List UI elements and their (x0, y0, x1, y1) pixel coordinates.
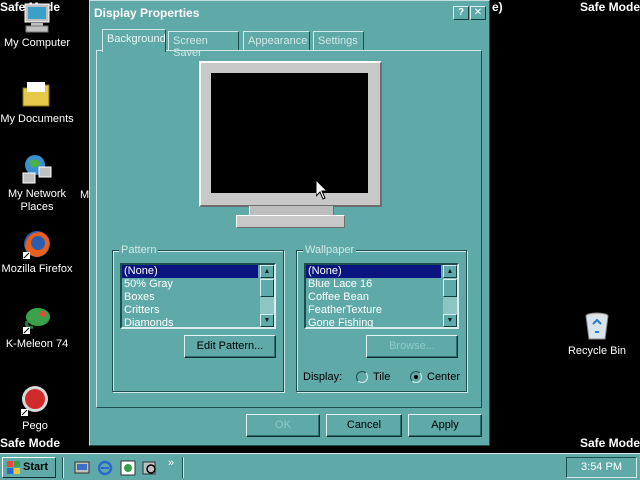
firefox-icon (21, 228, 53, 260)
explorer-icon[interactable] (142, 460, 158, 476)
list-item[interactable]: Blue Lace 16 (306, 278, 441, 291)
recycle-bin-icon (581, 310, 613, 342)
list-item[interactable]: Diamonds (122, 317, 258, 327)
mouse-cursor-icon (316, 180, 328, 200)
desktop-icon-label: My Documents (0, 113, 74, 125)
desktop-icon-label: K-Meleon 74 (5, 338, 69, 350)
list-item[interactable]: Gone Fishing (306, 317, 441, 327)
edit-pattern-button[interactable]: Edit Pattern... (184, 335, 276, 358)
start-button[interactable]: Start (2, 457, 56, 478)
title-bar[interactable]: Display Properties ? ✕ (92, 3, 487, 23)
list-item[interactable]: 50% Gray (122, 278, 258, 291)
tab-appearance[interactable]: Appearance (243, 31, 310, 51)
list-item[interactable]: (None) (306, 265, 441, 278)
start-label: Start (23, 461, 49, 473)
tab-background[interactable]: Background (102, 29, 166, 52)
wallpaper-scrollbar[interactable]: ▲ ▼ (443, 265, 457, 327)
desktop-icon-my-network-places[interactable]: My Network Places (0, 153, 77, 214)
desktop-icon-label: My Computer (3, 37, 71, 49)
wallpaper-group-label: Wallpaper (303, 244, 357, 256)
radio-selected-dot (414, 375, 418, 379)
safe-mode-label-top-right: Safe Mode (580, 0, 640, 14)
preview-screen (211, 73, 368, 193)
channels-icon[interactable] (120, 460, 136, 476)
desktop-icon-my-documents[interactable]: My Documents (0, 78, 77, 126)
ok-button[interactable]: OK (246, 414, 320, 437)
tile-radio[interactable] (356, 371, 368, 383)
close-button[interactable]: ✕ (470, 6, 486, 20)
monitor-base (236, 215, 345, 228)
system-tray-clock[interactable]: 3:54 PM (566, 457, 637, 478)
wallpaper-listbox[interactable]: (None) Blue Lace 16 Coffee Bean FeatherT… (304, 263, 459, 329)
center-radio[interactable] (410, 371, 422, 383)
scroll-thumb[interactable] (443, 279, 457, 297)
desktop-icon-k-meleon[interactable]: K-Meleon 74 (0, 303, 77, 351)
browse-button[interactable]: Browse... (366, 335, 458, 358)
pego-icon (19, 385, 51, 417)
display-label: Display: (303, 371, 343, 383)
taskbar: Start » 3:54 PM (0, 453, 640, 480)
scroll-down-arrow-icon[interactable]: ▼ (443, 314, 457, 327)
list-item[interactable]: Boxes (122, 291, 258, 304)
show-desktop-icon[interactable] (74, 460, 90, 476)
scroll-up-arrow-icon[interactable]: ▲ (443, 265, 457, 278)
partial-window-title: e) (492, 0, 503, 14)
internet-explorer-icon[interactable] (97, 460, 113, 476)
cancel-button[interactable]: Cancel (326, 414, 402, 437)
desktop-icon-pego[interactable]: Pego (0, 385, 75, 433)
center-radio-label[interactable]: Center (427, 371, 460, 383)
windows-logo-icon (7, 461, 20, 474)
desktop-icon-label: Mozilla Firefox (1, 263, 73, 275)
list-item[interactable]: Critters (122, 304, 258, 317)
pattern-listbox[interactable]: (None) 50% Gray Boxes Critters Diamonds … (120, 263, 276, 329)
kmeleon-icon (21, 303, 53, 335)
scroll-down-arrow-icon[interactable]: ▼ (260, 314, 274, 327)
desktop-icon-label: Recycle Bin (567, 345, 627, 357)
list-item[interactable]: (None) (122, 265, 258, 278)
tile-radio-label[interactable]: Tile (373, 371, 390, 383)
desktop-icon-label: My Network Places (7, 188, 67, 213)
list-item[interactable]: FeatherTexture (306, 304, 441, 317)
scroll-thumb[interactable] (260, 279, 274, 297)
network-icon (21, 153, 53, 185)
desktop-icon-mozilla-firefox[interactable]: Mozilla Firefox (0, 228, 77, 276)
desktop-icon-label: Pego (22, 420, 48, 432)
desktop-icon-recycle-bin[interactable]: Recycle Bin (557, 310, 637, 358)
apply-button[interactable]: Apply (408, 414, 482, 437)
taskbar-divider (182, 457, 184, 478)
help-button[interactable]: ? (453, 6, 469, 20)
tab-screen-saver[interactable]: Screen Saver (168, 31, 239, 59)
list-item[interactable]: Coffee Bean (306, 291, 441, 304)
safe-mode-label-bottom-left: Safe Mode (0, 436, 61, 450)
pattern-group-label: Pattern (119, 244, 159, 256)
quick-launch-chevron[interactable]: » (168, 457, 174, 469)
dialog-title: Display Properties (94, 6, 200, 20)
desktop-icon-my-computer[interactable]: My Computer (0, 2, 77, 50)
scroll-up-arrow-icon[interactable]: ▲ (260, 265, 274, 278)
safe-mode-label-bottom-right: Safe Mode (580, 436, 640, 450)
computer-icon (21, 2, 53, 34)
taskbar-divider (62, 457, 64, 478)
folder-icon (21, 78, 53, 110)
partial-icon-label: M (80, 189, 90, 201)
monitor-preview (199, 61, 382, 207)
pattern-scrollbar[interactable]: ▲ ▼ (260, 265, 274, 327)
tab-settings[interactable]: Settings (313, 31, 364, 51)
